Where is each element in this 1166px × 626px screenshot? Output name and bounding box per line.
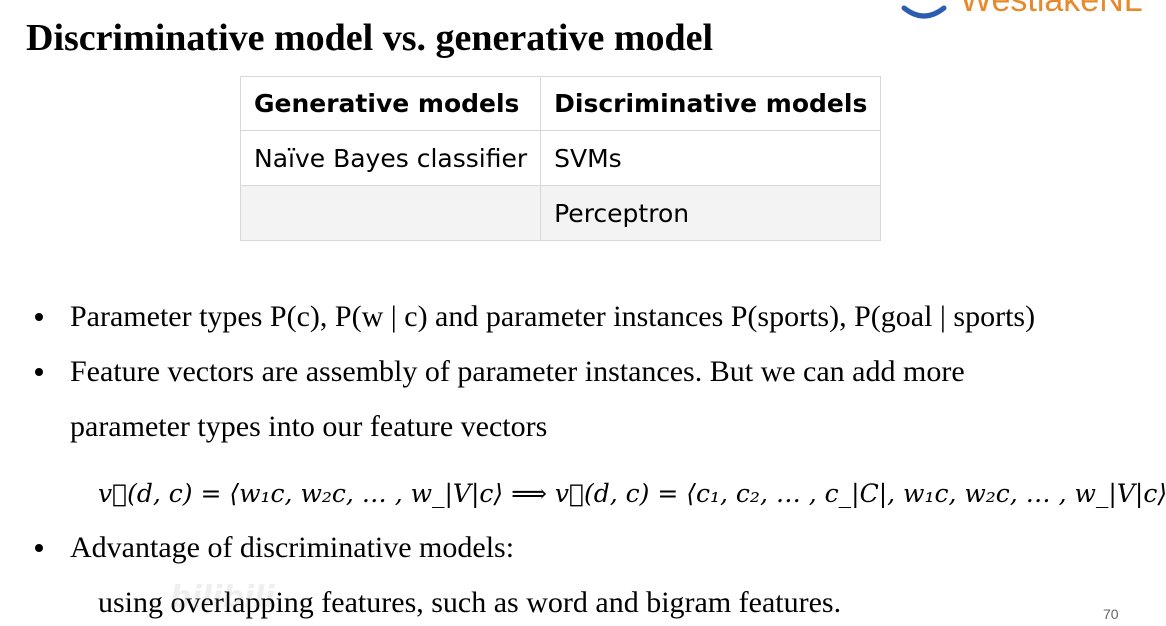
- watermark: bilibili: [170, 580, 275, 615]
- bullet-feature-vectors-continued: parameter types into our feature vectors: [70, 410, 548, 443]
- bullet-advantage: Advantage of discriminative models:: [70, 531, 515, 564]
- bullet-point-icon: [35, 313, 43, 321]
- feature-vector-formula: v⃗(d, c) = ⟨w₁c, w₂c, … , w_|V|c⟩ ⟹ v⃗(d…: [98, 476, 1166, 512]
- bullet-list: Parameter types P(c), P(w | c) and param…: [0, 0, 1166, 626]
- bullet-point-icon: [35, 544, 43, 552]
- page-number: 70: [1103, 606, 1119, 622]
- slide: Discriminative model vs. generative mode…: [0, 0, 1166, 626]
- formula-text: v⃗(d, c) = ⟨w₁c, w₂c, … , w_|V|c⟩ ⟹ v⃗(d…: [98, 479, 1166, 508]
- bullet-parameter-types: Parameter types P(c), P(w | c) and param…: [70, 300, 1036, 333]
- bullet-point-icon: [35, 368, 43, 376]
- bullet-feature-vectors: Feature vectors are assembly of paramete…: [70, 355, 965, 388]
